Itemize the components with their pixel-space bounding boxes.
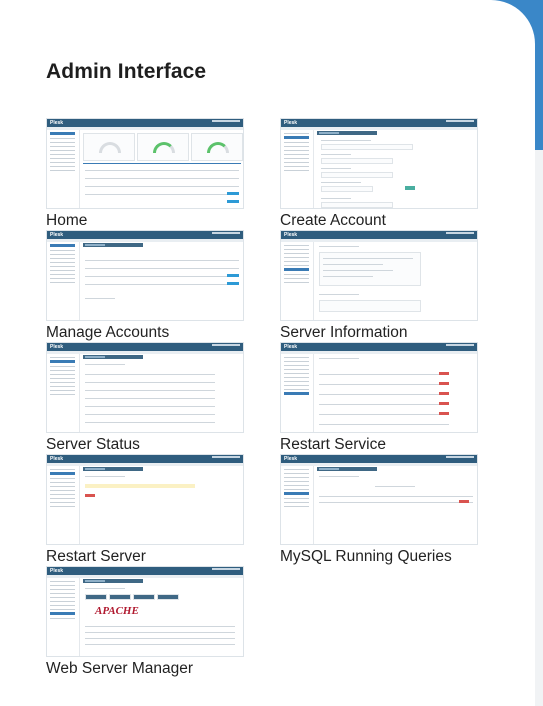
server-status-thumbnail[interactable]: Plesk	[46, 342, 244, 433]
item-restart-server[interactable]: Plesk Restart Server	[46, 454, 246, 566]
item-web-server-manager[interactable]: Plesk APACHE Web Server Manager	[46, 566, 246, 678]
home-thumbnail[interactable]: Plesk	[46, 118, 244, 209]
apache-logo: APACHE	[95, 605, 139, 617]
item-home[interactable]: Plesk Home	[46, 118, 246, 230]
mysql-running-queries-thumbnail[interactable]: Plesk	[280, 454, 478, 545]
create-account-thumbnail[interactable]: Plesk	[280, 118, 478, 209]
item-manage-accounts[interactable]: Plesk Manage Accounts	[46, 230, 246, 342]
item-label[interactable]: MySQL Running Queries	[280, 548, 480, 566]
item-create-account[interactable]: Plesk Create Account	[280, 118, 480, 230]
item-label[interactable]: Restart Server	[46, 548, 246, 566]
item-label[interactable]: Manage Accounts	[46, 324, 246, 342]
item-server-status[interactable]: Plesk Server Status	[46, 342, 246, 454]
restart-service-thumbnail[interactable]: Plesk	[280, 342, 478, 433]
restart-server-thumbnail[interactable]: Plesk	[46, 454, 244, 545]
item-mysql-running-queries[interactable]: Plesk MySQL Running Queries	[280, 454, 480, 566]
web-server-manager-thumbnail[interactable]: Plesk APACHE	[46, 566, 244, 657]
item-label[interactable]: Create Account	[280, 212, 480, 230]
manage-accounts-thumbnail[interactable]: Plesk	[46, 230, 244, 321]
item-server-information[interactable]: Plesk Server Information	[280, 230, 480, 342]
item-label[interactable]: Server Status	[46, 436, 246, 454]
item-label[interactable]: Server Information	[280, 324, 480, 342]
item-label[interactable]: Restart Service	[280, 436, 480, 454]
item-label[interactable]: Web Server Manager	[46, 660, 246, 678]
page-title: Admin Interface	[46, 60, 207, 83]
scrollbar-track[interactable]	[535, 150, 543, 706]
item-label[interactable]: Home	[46, 212, 246, 230]
item-restart-service[interactable]: Plesk Restart Service	[280, 342, 480, 454]
admin-interface-card: Admin Interface Plesk Home Plesk Create …	[0, 0, 535, 706]
server-information-thumbnail[interactable]: Plesk	[280, 230, 478, 321]
